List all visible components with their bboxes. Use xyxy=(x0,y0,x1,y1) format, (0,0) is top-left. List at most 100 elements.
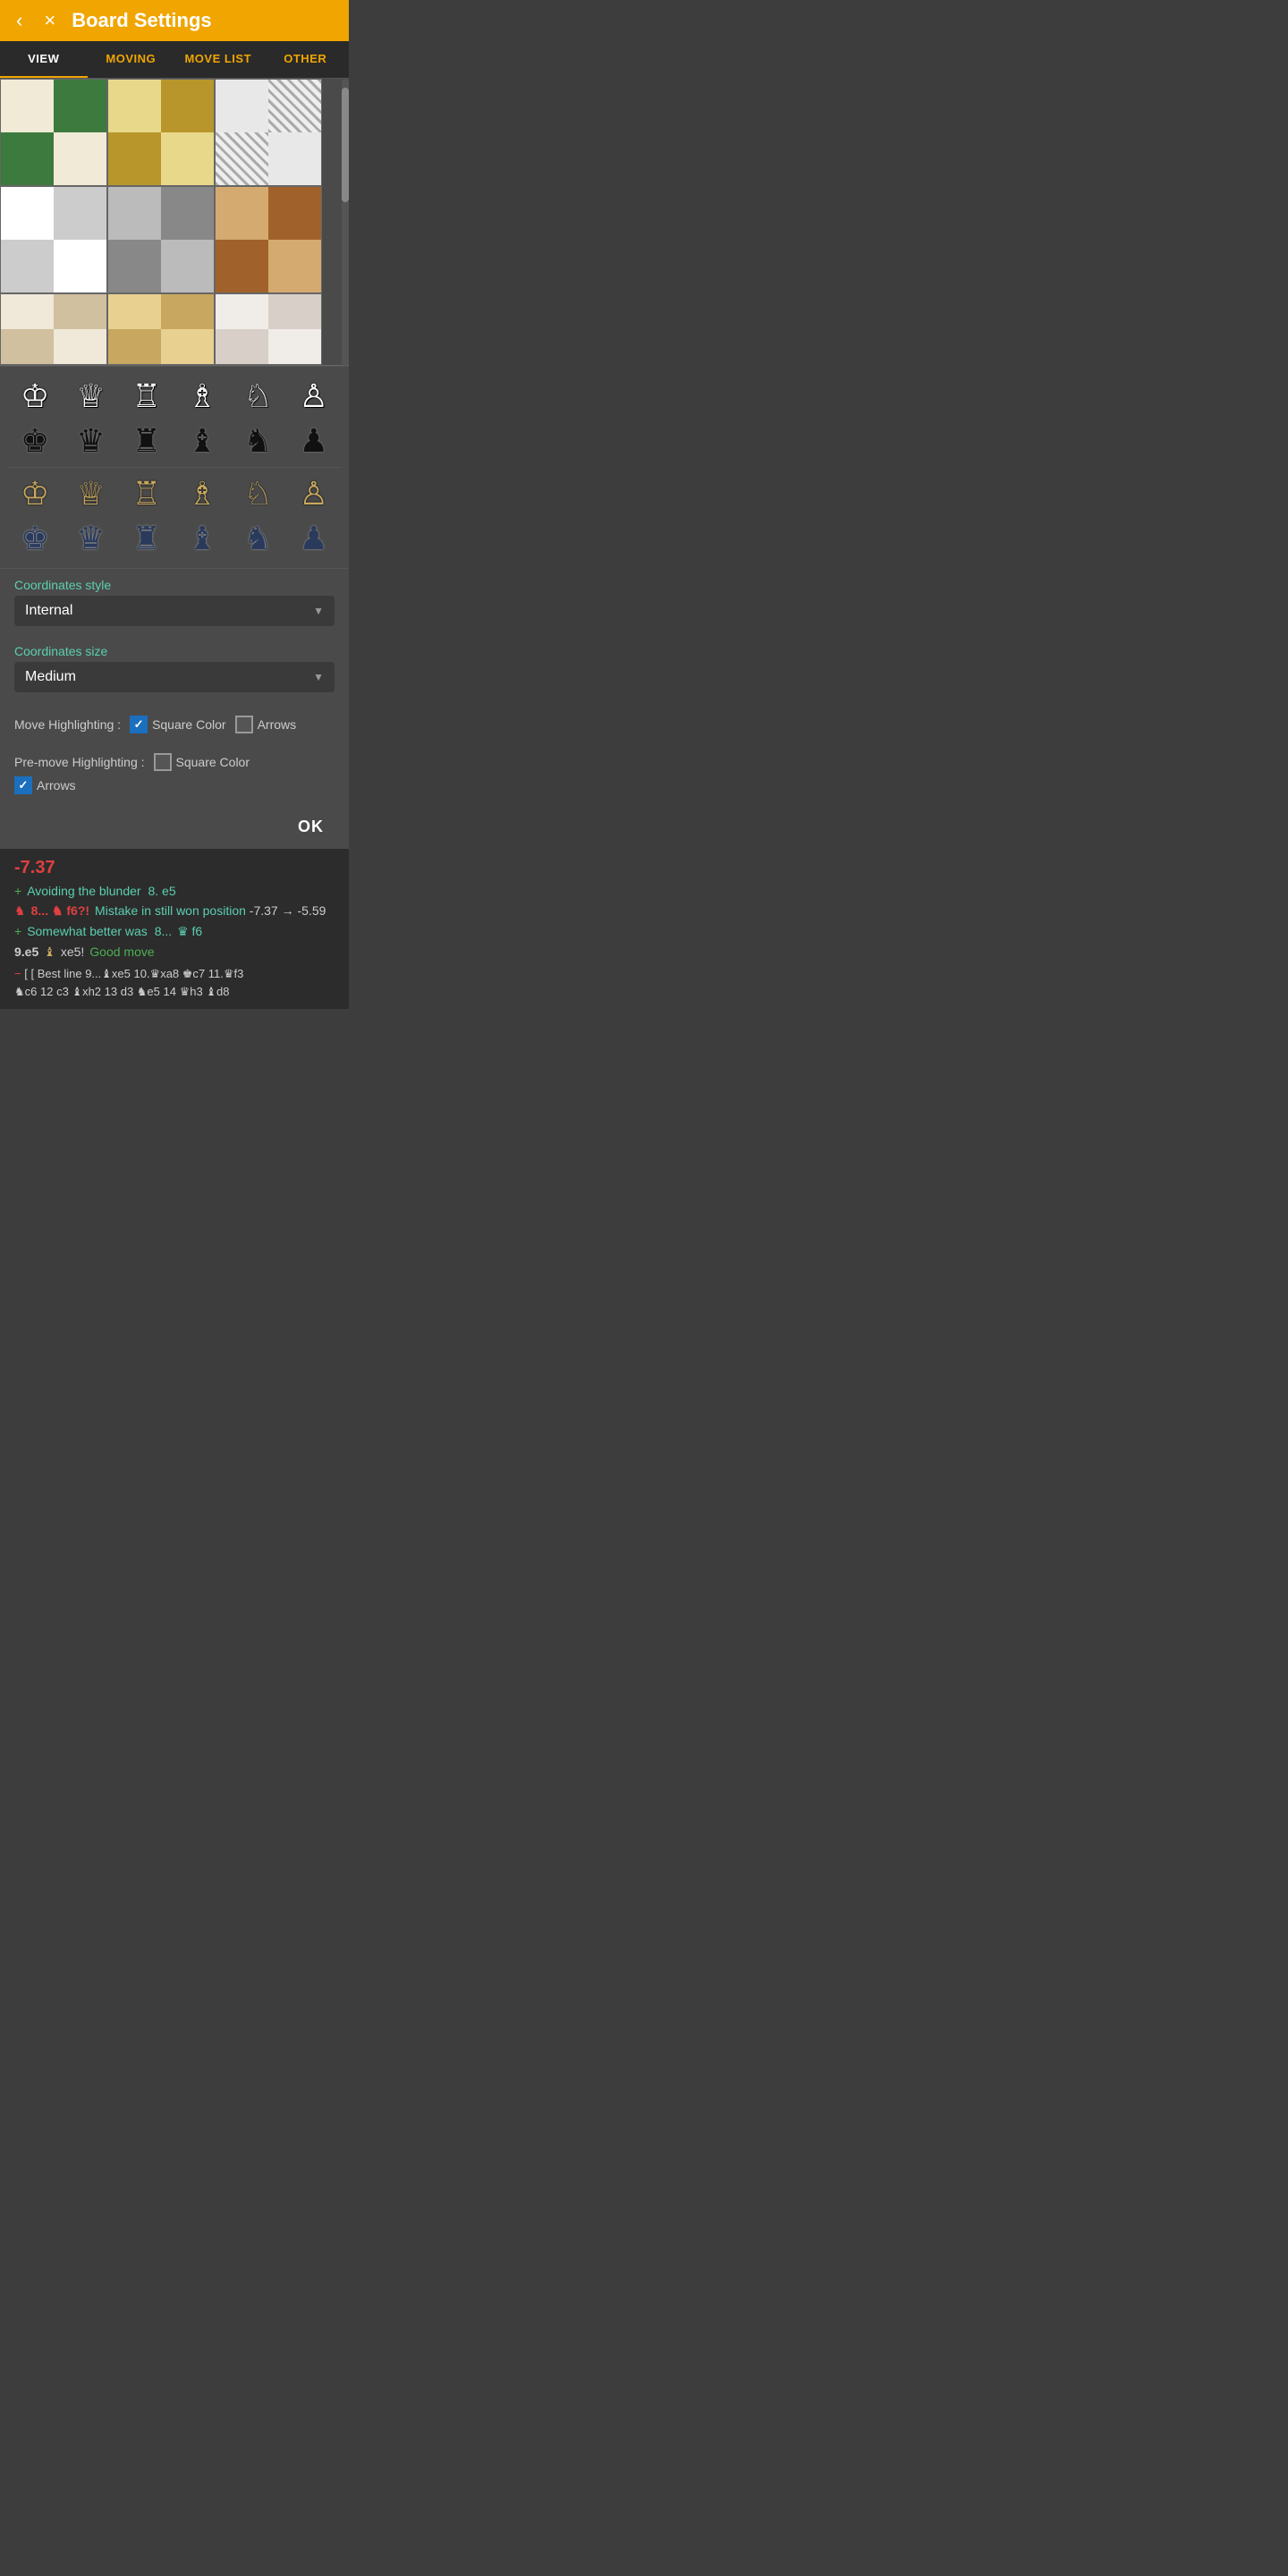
coordinates-style-arrow: ▼ xyxy=(313,605,324,617)
piece-db-queen[interactable]: ♛ xyxy=(67,520,114,557)
best-line-label-text: [ Best line xyxy=(30,967,81,980)
theme-marble-dark[interactable] xyxy=(215,293,322,365)
piece-black-queen[interactable]: ♛ xyxy=(67,422,114,460)
best-line-moves: 9...♝xe5 10.♛xa8 ♚c7 11.♛f3 xyxy=(85,967,243,980)
white-pieces-row: ♔ ♕ ♖ ♗ ♘ ♙ xyxy=(7,374,342,419)
piece-black-rook[interactable]: ♜ xyxy=(123,422,170,460)
darkblue-pieces-row: ♚ ♛ ♜ ♝ ♞ ♟ xyxy=(7,516,342,561)
analysis-line-3: + Somewhat better was 8... ♛ f6 xyxy=(14,924,335,939)
piece-tan-pawn[interactable]: ♙ xyxy=(291,475,337,513)
premove-square-color-checkbox[interactable] xyxy=(154,753,172,771)
theme-row-3 xyxy=(0,293,349,365)
best-line: − [ [ Best line 9...♝xe5 10.♛xa8 ♚c7 11.… xyxy=(14,965,335,1000)
premove-arrows-item[interactable]: Arrows xyxy=(14,776,76,794)
premove-highlighting-section: Pre-move Highlighting : Square Color Arr… xyxy=(0,753,349,809)
avoiding-blunder-text: Avoiding the blunder 8. e5 xyxy=(27,884,175,898)
ok-button[interactable]: OK xyxy=(287,814,335,840)
good-move-piece: ♝ xyxy=(44,945,55,960)
premove-arrows-text: Arrows xyxy=(37,778,76,792)
piece-db-pawn[interactable]: ♟ xyxy=(291,520,337,557)
piece-white-knight[interactable]: ♘ xyxy=(234,377,281,415)
scrollbar-track[interactable] xyxy=(342,79,349,366)
tan-pieces-row: ♔ ♕ ♖ ♗ ♘ ♙ xyxy=(7,471,342,516)
best-line-bracket-open: [ xyxy=(24,967,28,980)
theme-whitegray[interactable] xyxy=(0,186,107,293)
pieces-divider-1 xyxy=(7,467,342,468)
tabs-bar: VIEW MOVING MOVE LIST OTHER xyxy=(0,41,349,79)
move-highlighting-row: Move Highlighting : Square Color Arrows xyxy=(14,716,335,733)
piece-black-bishop[interactable]: ♝ xyxy=(179,422,225,460)
piece-db-knight[interactable]: ♞ xyxy=(234,520,281,557)
green-plus-icon-3: + xyxy=(14,924,21,938)
theme-marble-light[interactable] xyxy=(0,293,107,365)
premove-highlighting-label: Pre-move Highlighting : xyxy=(14,755,145,769)
move-highlighting-square-color-checkbox[interactable] xyxy=(130,716,148,733)
theme-leather[interactable] xyxy=(215,186,322,293)
black-pieces-row: ♚ ♛ ♜ ♝ ♞ ♟ xyxy=(7,419,342,463)
theme-wood[interactable] xyxy=(107,293,215,365)
ok-row: OK xyxy=(0,809,349,849)
theme-hatched[interactable] xyxy=(215,79,322,186)
coordinates-style-value: Internal xyxy=(25,603,313,619)
somewhat-better-text: Somewhat better was 8... ♛ f6 xyxy=(27,924,202,939)
piece-tan-bishop[interactable]: ♗ xyxy=(179,475,225,513)
mistake-move: 8... ♞ f6?! xyxy=(31,903,89,919)
coordinates-size-dropdown[interactable]: Medium ▼ xyxy=(14,662,335,692)
coordinates-style-dropdown[interactable]: Internal ▼ xyxy=(14,596,335,626)
piece-white-bishop[interactable]: ♗ xyxy=(179,377,225,415)
piece-db-rook[interactable]: ♜ xyxy=(123,520,170,557)
board-themes-grid xyxy=(0,79,349,366)
theme-yellow[interactable] xyxy=(107,79,215,186)
coordinates-size-label: Coordinates size xyxy=(14,644,335,658)
board-themes-wrapper[interactable] xyxy=(0,79,349,367)
move-highlighting-arrows-text: Arrows xyxy=(258,717,297,732)
piece-black-pawn[interactable]: ♟ xyxy=(291,422,337,460)
game-area: -7.37 + Avoiding the blunder 8. e5 ♞ 8..… xyxy=(0,849,349,1009)
premove-square-color-item[interactable]: Square Color xyxy=(154,753,250,771)
tab-view[interactable]: VIEW xyxy=(0,41,88,78)
best-line-cont: ♞c6 12 c3 ♝xh2 13 d3 ♞e5 14 ♛h3 ♝d8 xyxy=(14,985,229,998)
piece-tan-queen[interactable]: ♕ xyxy=(67,475,114,513)
coordinates-style-label: Coordinates style xyxy=(14,578,335,592)
good-move-notation: xe5! xyxy=(61,945,84,959)
piece-tan-king[interactable]: ♔ xyxy=(12,475,58,513)
piece-white-pawn[interactable]: ♙ xyxy=(291,377,337,415)
premove-arrows-checkbox[interactable] xyxy=(14,776,32,794)
piece-white-king[interactable]: ♔ xyxy=(12,377,58,415)
piece-tan-rook[interactable]: ♖ xyxy=(123,475,170,513)
piece-tan-knight[interactable]: ♘ xyxy=(234,475,281,513)
theme-darkgray[interactable] xyxy=(107,186,215,293)
close-button[interactable]: × xyxy=(38,7,61,34)
back-button[interactable]: ‹ xyxy=(11,7,28,34)
piece-white-queen[interactable]: ♕ xyxy=(67,377,114,415)
good-move-num: 9.e5 xyxy=(14,945,38,959)
scrollbar-thumb[interactable] xyxy=(342,88,349,202)
good-move-label: Good move xyxy=(89,945,154,959)
move-highlighting-arrows-checkbox[interactable] xyxy=(235,716,253,733)
piece-black-king[interactable]: ♚ xyxy=(12,422,58,460)
tab-moving[interactable]: MOVING xyxy=(88,41,175,78)
move-highlighting-square-color-text: Square Color xyxy=(152,717,226,732)
analysis-line-1: + Avoiding the blunder 8. e5 xyxy=(14,884,335,898)
theme-green[interactable] xyxy=(0,79,107,186)
analysis-line-2: ♞ 8... ♞ f6?! Mistake in still won posit… xyxy=(14,903,335,919)
piece-white-rook[interactable]: ♖ xyxy=(123,377,170,415)
tab-move-list[interactable]: MOVE LIST xyxy=(174,41,262,78)
page-title: Board Settings xyxy=(72,9,211,32)
premove-arrows-row: Arrows xyxy=(14,776,335,794)
piece-black-knight[interactable]: ♞ xyxy=(234,422,281,460)
coordinates-size-value: Medium xyxy=(25,669,313,685)
pieces-grid: ♔ ♕ ♖ ♗ ♘ ♙ ♚ ♛ ♜ ♝ ♞ ♟ ♔ ♕ ♖ ♗ ♘ ♙ ♚ xyxy=(0,367,349,569)
analysis-line-4: 9.e5 ♝ xe5! Good move xyxy=(14,945,335,960)
coordinates-size-arrow: ▼ xyxy=(313,671,324,683)
best-line-label: − xyxy=(14,967,21,980)
move-highlighting-square-color-item[interactable]: Square Color xyxy=(130,716,226,733)
theme-row-1 xyxy=(0,79,349,186)
coordinates-size-section: Coordinates size Medium ▼ xyxy=(0,644,349,710)
modal-content: ♔ ♕ ♖ ♗ ♘ ♙ ♚ ♛ ♜ ♝ ♞ ♟ ♔ ♕ ♖ ♗ ♘ ♙ ♚ xyxy=(0,79,349,849)
move-highlighting-arrows-item[interactable]: Arrows xyxy=(235,716,297,733)
tab-other[interactable]: OTHER xyxy=(262,41,350,78)
piece-db-king[interactable]: ♚ xyxy=(12,520,58,557)
move-highlighting-section: Move Highlighting : Square Color Arrows xyxy=(0,716,349,748)
piece-db-bishop[interactable]: ♝ xyxy=(179,520,225,557)
